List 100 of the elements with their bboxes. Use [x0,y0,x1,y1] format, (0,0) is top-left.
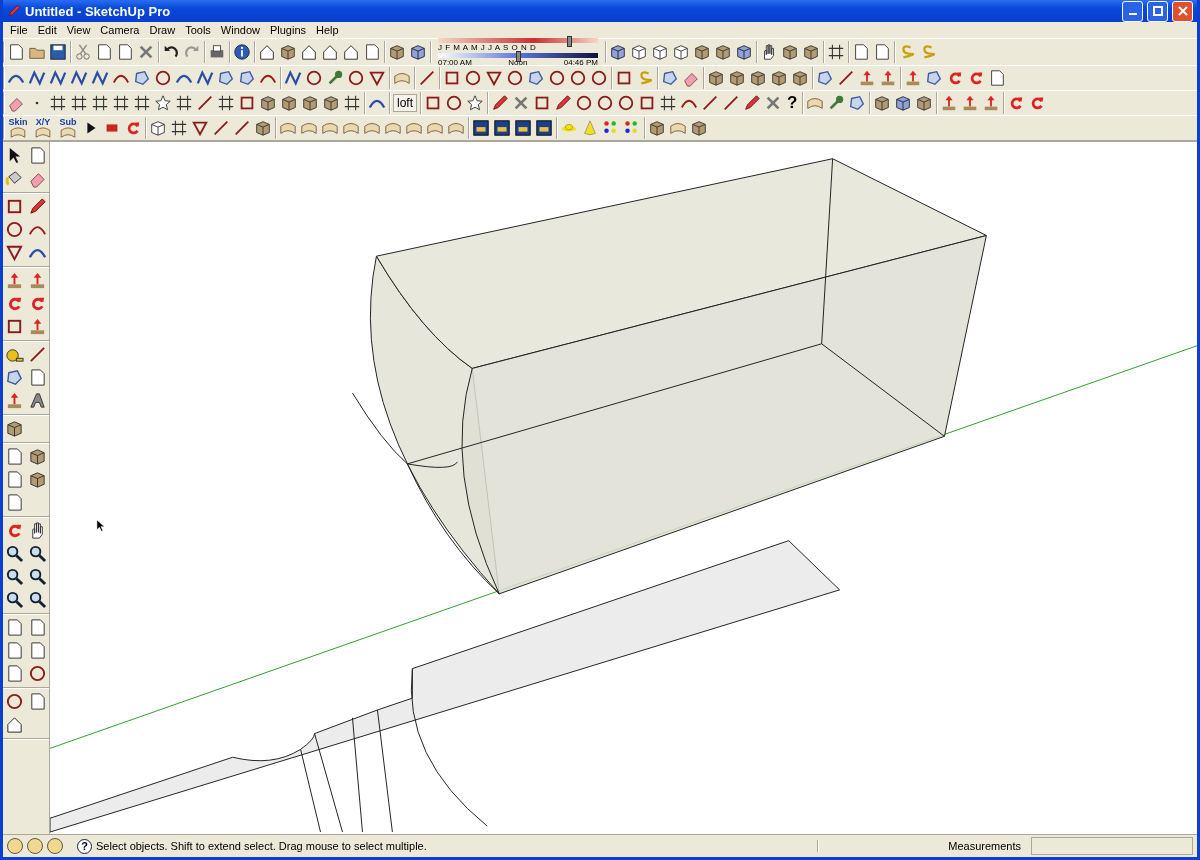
triangle-icon[interactable] [485,69,503,87]
grid-icon[interactable] [217,94,235,112]
polygon-icon[interactable] [133,69,151,87]
wireframe-cube-icon[interactable] [672,43,690,61]
box-icon[interactable] [802,43,820,61]
sandbox-tool-button[interactable]: Sub [57,117,79,139]
maximize-button[interactable] [1147,0,1168,22]
square-icon[interactable] [5,317,24,336]
box-icon[interactable] [279,43,297,61]
arrow-icon[interactable] [28,271,47,290]
menu-item[interactable]: File [5,24,33,36]
menu-item[interactable]: Window [215,24,265,36]
arrow-icon[interactable] [904,69,922,87]
magnifier-icon[interactable] [5,544,24,563]
cross-icon[interactable] [512,94,530,112]
panel-icon[interactable] [514,119,532,137]
triangle-icon[interactable] [191,119,209,137]
page-icon[interactable] [988,69,1006,87]
box-icon[interactable] [254,119,272,137]
square-icon[interactable] [5,197,24,216]
square-icon[interactable] [424,94,442,112]
circle-icon[interactable] [596,94,614,112]
box-icon[interactable] [5,419,24,438]
polygon-icon[interactable] [217,69,235,87]
circle-icon[interactable] [28,664,47,683]
magnifier-icon[interactable] [5,567,24,586]
circle-icon[interactable] [5,692,24,711]
box-icon[interactable] [690,119,708,137]
square-icon[interactable] [615,69,633,87]
cube-icon[interactable] [409,43,427,61]
house-icon[interactable] [5,715,24,734]
box-icon[interactable] [388,43,406,61]
magnifier-icon[interactable] [28,590,47,609]
magnifier-icon[interactable] [28,544,47,563]
circle-icon[interactable] [575,94,593,112]
zigzag-icon[interactable] [284,69,302,87]
arrow-icon[interactable] [28,317,47,336]
page-icon[interactable] [5,470,24,489]
box-icon[interactable] [28,470,47,489]
box-icon[interactable] [693,43,711,61]
circle-icon[interactable] [47,838,63,854]
grid-icon[interactable] [659,94,677,112]
grid-icon[interactable] [91,94,109,112]
wireframe-cube-icon[interactable] [149,119,167,137]
circle-icon[interactable] [506,69,524,87]
info-icon[interactable] [233,43,251,61]
cross-icon[interactable] [764,94,782,112]
line-icon[interactable] [701,94,719,112]
grid-icon[interactable] [827,43,845,61]
box-icon[interactable] [259,94,277,112]
page-icon[interactable] [5,493,24,512]
zigzag-icon[interactable] [49,69,67,87]
wrench-icon[interactable] [827,94,846,112]
arrow-icon[interactable] [5,271,24,290]
line-icon[interactable] [233,119,251,137]
menu-item[interactable]: Camera [95,24,145,36]
box-icon[interactable] [749,69,767,87]
circle-icon[interactable] [7,838,23,854]
pencil-icon[interactable] [491,94,509,112]
cross-icon[interactable] [137,43,155,61]
arrow-icon[interactable] [879,69,897,87]
grid-icon[interactable] [112,94,130,112]
box-icon[interactable] [728,69,746,87]
page-icon[interactable] [363,43,381,61]
pencil-icon[interactable] [28,197,47,216]
grid-icon[interactable] [70,94,88,112]
zigzag-icon[interactable] [196,69,214,87]
line-icon[interactable] [722,94,740,112]
star-icon[interactable] [466,94,484,112]
cube-icon[interactable] [735,43,753,61]
page-icon[interactable] [28,641,47,660]
box-icon[interactable] [770,69,788,87]
help-button[interactable]: ? [77,838,92,854]
polygon-icon[interactable] [527,69,545,87]
line-icon[interactable] [837,69,855,87]
box-icon[interactable] [714,43,732,61]
house-icon[interactable] [258,43,276,61]
polygon-icon[interactable] [238,69,256,87]
zigzag-icon[interactable] [28,69,46,87]
circle-icon[interactable] [590,69,608,87]
square-icon[interactable] [638,94,656,112]
polygon-icon[interactable] [925,69,943,87]
page-icon[interactable] [5,664,24,683]
circle-icon[interactable] [569,69,587,87]
wireframe-cube-icon[interactable] [651,43,669,61]
page-icon[interactable] [28,618,47,637]
menu-item[interactable]: Draw [144,24,181,36]
line-icon[interactable] [212,119,230,137]
box-icon[interactable] [915,94,934,112]
loft-button[interactable]: loft [393,94,417,112]
panel-icon[interactable] [493,119,511,137]
menu-item[interactable]: Help [311,24,344,36]
house-icon[interactable] [300,43,318,61]
page-icon[interactable] [28,692,47,711]
pencil-icon[interactable] [554,94,572,112]
wrench-icon[interactable] [326,69,344,87]
minimize-button[interactable] [1122,0,1143,22]
house-icon[interactable] [342,43,360,61]
box-icon[interactable] [301,94,319,112]
circle-icon[interactable] [5,220,24,239]
